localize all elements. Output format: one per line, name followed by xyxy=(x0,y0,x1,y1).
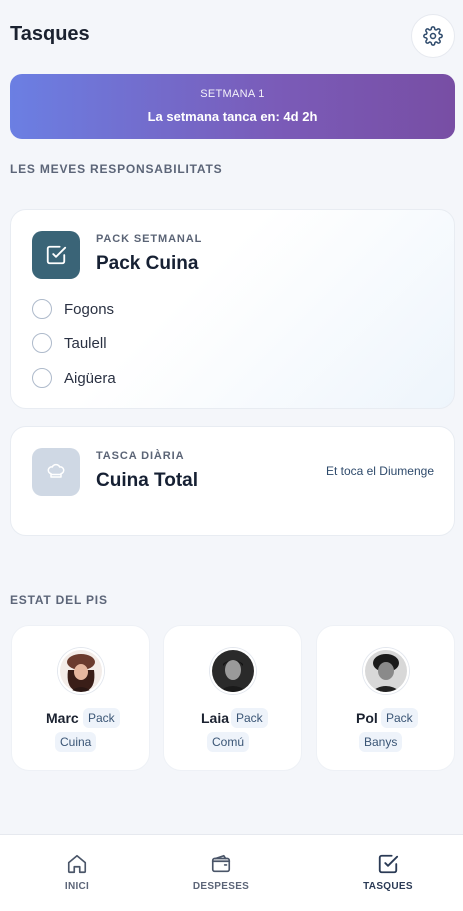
week-banner: SETMANA 1 La setmana tanca en: 4d 2h xyxy=(10,74,455,139)
member-name: Marc xyxy=(46,710,79,726)
check-square-icon xyxy=(46,245,67,265)
task-checkbox[interactable] xyxy=(32,299,52,319)
task-item-fogons[interactable]: Fogons xyxy=(32,298,114,320)
nav-item-inici[interactable]: INICI xyxy=(0,835,154,911)
nav-label: INICI xyxy=(64,881,90,892)
member-name: Laia xyxy=(201,710,230,726)
member-pack-line2: Cuina xyxy=(55,732,97,752)
nav-item-despeses[interactable]: DESPESES xyxy=(144,835,298,911)
home-icon xyxy=(67,854,87,874)
chef-hat-icon xyxy=(47,463,65,478)
nav-label: DESPESES xyxy=(192,881,250,892)
section-flat-status: ESTAT DEL PIS xyxy=(10,593,108,607)
page-title: Tasques xyxy=(10,23,90,45)
task-item-taulell[interactable]: Taulell xyxy=(32,332,107,354)
member-pack-line1: Pack xyxy=(231,708,268,728)
check-square-icon xyxy=(378,854,399,874)
member-pack-line1: Pack xyxy=(83,708,120,728)
settings-button[interactable] xyxy=(411,14,455,58)
bottom-nav: INICI DESPESES TASQUES xyxy=(0,834,463,911)
task-checkbox[interactable] xyxy=(32,368,52,388)
gear-icon xyxy=(423,26,443,46)
member-pack-line2: Comú xyxy=(207,732,250,752)
member-pack-line2: Banys xyxy=(359,732,403,752)
pack-icon-box xyxy=(32,231,80,279)
app-header: Tasques xyxy=(0,0,463,70)
week-countdown: La setmana tanca en: 4d 2h xyxy=(147,109,318,124)
task-item-aiguera[interactable]: Aigüera xyxy=(32,367,116,389)
task-checkbox[interactable] xyxy=(32,333,52,353)
pack-kicker: PACK SETMANAL xyxy=(96,233,203,245)
avatar xyxy=(210,648,256,694)
daily-assignment-note: Et toca el Diumenge xyxy=(325,464,434,478)
member-pack-line1: Pack xyxy=(381,708,418,728)
wallet-icon xyxy=(211,854,231,873)
member-card-marc[interactable]: Marc Pack Cuina xyxy=(11,625,150,771)
task-label: Taulell xyxy=(64,334,107,352)
pack-title: Pack Cuina xyxy=(96,253,199,274)
section-my-tasks: LES MEVES RESPONSABILITATS xyxy=(10,162,223,176)
daily-kicker: TASCA DIÀRIA xyxy=(96,450,185,462)
nav-label: TASQUES xyxy=(363,881,413,892)
member-name: Pol xyxy=(356,710,378,726)
nav-item-tasques[interactable]: TASQUES xyxy=(311,835,463,911)
member-card-laia[interactable]: Laia Pack Comú xyxy=(163,625,302,771)
task-label: Aigüera xyxy=(64,369,116,387)
avatar xyxy=(58,648,104,694)
daily-icon-box xyxy=(32,448,80,496)
weekly-pack-card: PACK SETMANAL Pack Cuina Fogons Taulell … xyxy=(10,209,455,409)
task-label: Fogons xyxy=(64,300,115,318)
week-label: SETMANA 1 xyxy=(200,88,265,100)
daily-title: Cuina Total xyxy=(96,470,199,491)
member-card-pol[interactable]: Pol Pack Banys xyxy=(316,625,455,771)
daily-task-card[interactable]: TASCA DIÀRIA Cuina Total Et toca el Dium… xyxy=(10,426,455,536)
avatar xyxy=(363,648,409,694)
